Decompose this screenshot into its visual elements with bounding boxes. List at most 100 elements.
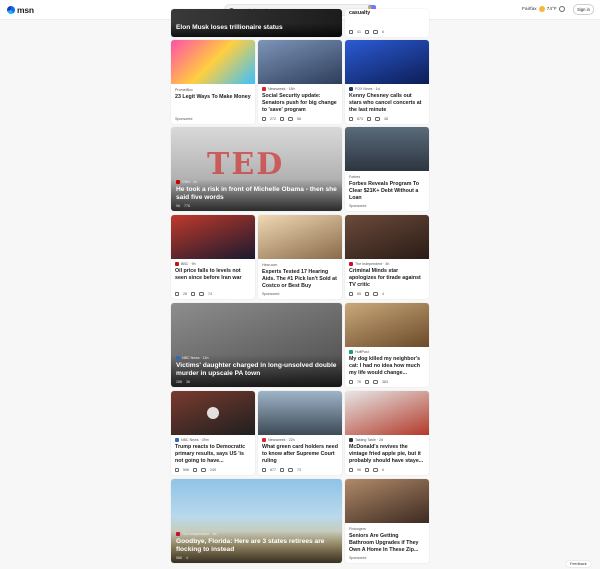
comment-icon[interactable]: [199, 292, 204, 296]
thumbs-up-icon[interactable]: [349, 30, 353, 34]
comment-icon[interactable]: [373, 292, 378, 296]
news-card[interactable]: Hear.com Experts Tested 17 Hearing Aids.…: [258, 215, 342, 299]
fox-news-logo-icon: [349, 87, 353, 91]
comment-count: 4: [382, 292, 384, 296]
news-card[interactable]: Elon Musk loses trillionaire status: [171, 9, 342, 37]
thumbs-up-icon[interactable]: [262, 468, 266, 472]
sponsored-label: Sponsored: [175, 117, 193, 121]
ted-stage-letters: TED: [207, 147, 285, 182]
card-overlay: CNN · 1h He took a risk in front of Mich…: [171, 178, 342, 211]
like-count: 85: [357, 292, 361, 296]
news-card[interactable]: Fixtoogers Seniors Are Getting Bathroom …: [345, 479, 429, 563]
thumbs-down-icon[interactable]: [365, 468, 369, 472]
card-overlay: NBC News · 11h Victims' daughter charged…: [171, 354, 342, 387]
comment-icon[interactable]: [373, 30, 378, 34]
thumbs-down-icon[interactable]: [365, 292, 369, 296]
independent-logo-icon: [176, 531, 180, 536]
source-name: Tasting Table · 2d: [355, 438, 384, 442]
card-title: McDonald's revives the vintage fried app…: [349, 444, 424, 464]
news-card[interactable]: NBC News · 39m Trump reacts to Democrati…: [171, 391, 255, 475]
card-title: casualty: [349, 10, 371, 16]
newsweek-logo-icon: [262, 438, 266, 442]
play-button-icon[interactable]: [207, 407, 219, 419]
comment-icon[interactable]: [288, 117, 293, 121]
card-image: [345, 391, 429, 435]
thumbs-down-icon[interactable]: [367, 117, 371, 121]
card-meta: 877 73: [262, 468, 301, 472]
news-card[interactable]: casualty 41 6: [345, 9, 429, 37]
card-meta: 28 74: [175, 292, 212, 296]
source-name: Newsweek · 22h: [268, 438, 295, 442]
feedback-label: Feedback: [570, 562, 587, 566]
comment-icon[interactable]: [201, 468, 206, 472]
like-count: 288: [176, 380, 182, 384]
news-card[interactable]: BBC · 9h Oil price falls to levels not s…: [171, 215, 255, 299]
thumbs-up-icon[interactable]: [349, 117, 353, 121]
news-card[interactable]: FOX News · 1d Kenny Chesney calls out st…: [345, 40, 429, 124]
comment-icon[interactable]: [375, 117, 380, 121]
card-title: Experts Tested 17 Hearing Aids. The #1 P…: [262, 269, 337, 289]
news-card[interactable]: The Independent · 4h Criminal Minds star…: [345, 215, 429, 299]
thumbs-up-icon[interactable]: [349, 468, 353, 472]
card-source: NBC News · 39m: [175, 437, 251, 443]
like-count: 596: [183, 468, 189, 472]
source-name: NBC News · 39m: [181, 438, 209, 442]
thumbs-down-icon[interactable]: [365, 30, 369, 34]
news-card[interactable]: Forbes Forbes Reveals Program To Clear $…: [345, 127, 429, 211]
card-source: PrometBox: [175, 87, 251, 93]
sponsored-label: Sponsored: [349, 204, 367, 208]
card-source: Hear.com: [262, 262, 338, 268]
thumbs-up-icon[interactable]: [175, 292, 179, 296]
logo-text: msn: [17, 5, 34, 15]
card-image: [345, 303, 429, 347]
thumbs-down-icon[interactable]: [193, 468, 197, 472]
card-image: [345, 215, 429, 259]
thumbs-up-icon[interactable]: [349, 292, 353, 296]
card-meta: 85 4: [349, 292, 384, 296]
cnn-logo-icon: [176, 179, 180, 184]
tasting-table-logo-icon: [349, 438, 353, 442]
like-count: 877: [270, 468, 276, 472]
comment-icon[interactable]: [288, 468, 293, 472]
feedback-button[interactable]: Feedback: [566, 561, 591, 567]
comment-count: 58: [297, 117, 301, 121]
news-card-hero[interactable]: The Independent · 1d Goodbye, Florida: H…: [171, 479, 342, 563]
thumbs-down-icon[interactable]: [280, 468, 284, 472]
comment-count: 36: [186, 380, 190, 384]
like-count: 96: [357, 468, 361, 472]
card-meta: 96 776: [176, 204, 337, 208]
thumbs-up-icon[interactable]: [262, 117, 266, 121]
news-card-hero[interactable]: TED CNN · 1h He took a risk in front of …: [171, 127, 342, 211]
thumbs-down-icon[interactable]: [191, 292, 195, 296]
comment-icon[interactable]: [373, 380, 378, 384]
gear-icon[interactable]: [559, 6, 565, 12]
card-meta: 596 249: [175, 468, 216, 472]
news-card[interactable]: Newsweek · 22h What green card holders n…: [258, 391, 342, 475]
thumbs-down-icon[interactable]: [280, 117, 284, 121]
thumbs-up-icon[interactable]: [175, 468, 179, 472]
comment-count: 73: [297, 468, 301, 472]
nbc-logo-icon: [176, 355, 180, 360]
newsweek-logo-icon: [262, 87, 266, 91]
thumbs-down-icon[interactable]: [365, 380, 369, 384]
card-meta: 586 4: [176, 556, 337, 560]
huffpost-logo-icon: [349, 350, 353, 354]
msn-logo[interactable]: msn: [7, 4, 34, 16]
news-card[interactable]: Newsweek · 18h Social Security update: S…: [258, 40, 342, 124]
card-meta: 96 6: [349, 468, 384, 472]
comment-count: 249: [210, 468, 216, 472]
news-card[interactable]: PrometBox 23 Legit Ways To Make Money Sp…: [171, 40, 255, 124]
sponsored-label: Sponsored: [262, 292, 280, 296]
news-card-hero[interactable]: NBC News · 11h Victims' daughter charged…: [171, 303, 342, 387]
thumbs-up-icon[interactable]: [349, 380, 353, 384]
news-card[interactable]: Tasting Table · 2d McDonald's revives th…: [345, 391, 429, 475]
card-image: [345, 127, 429, 171]
card-source: HuffPost: [349, 349, 425, 355]
news-card[interactable]: HuffPost My dog killed my neighbor's cat…: [345, 303, 429, 387]
card-title: Oil price falls to levels not seen since…: [175, 268, 242, 281]
sign-in-button[interactable]: Sign in: [573, 4, 594, 15]
comment-icon[interactable]: [373, 468, 378, 472]
weather-widget[interactable]: Fairfax 74°F: [522, 6, 557, 12]
card-overlay: The Independent · 1d Goodbye, Florida: H…: [171, 530, 342, 563]
card-image: [258, 215, 342, 259]
